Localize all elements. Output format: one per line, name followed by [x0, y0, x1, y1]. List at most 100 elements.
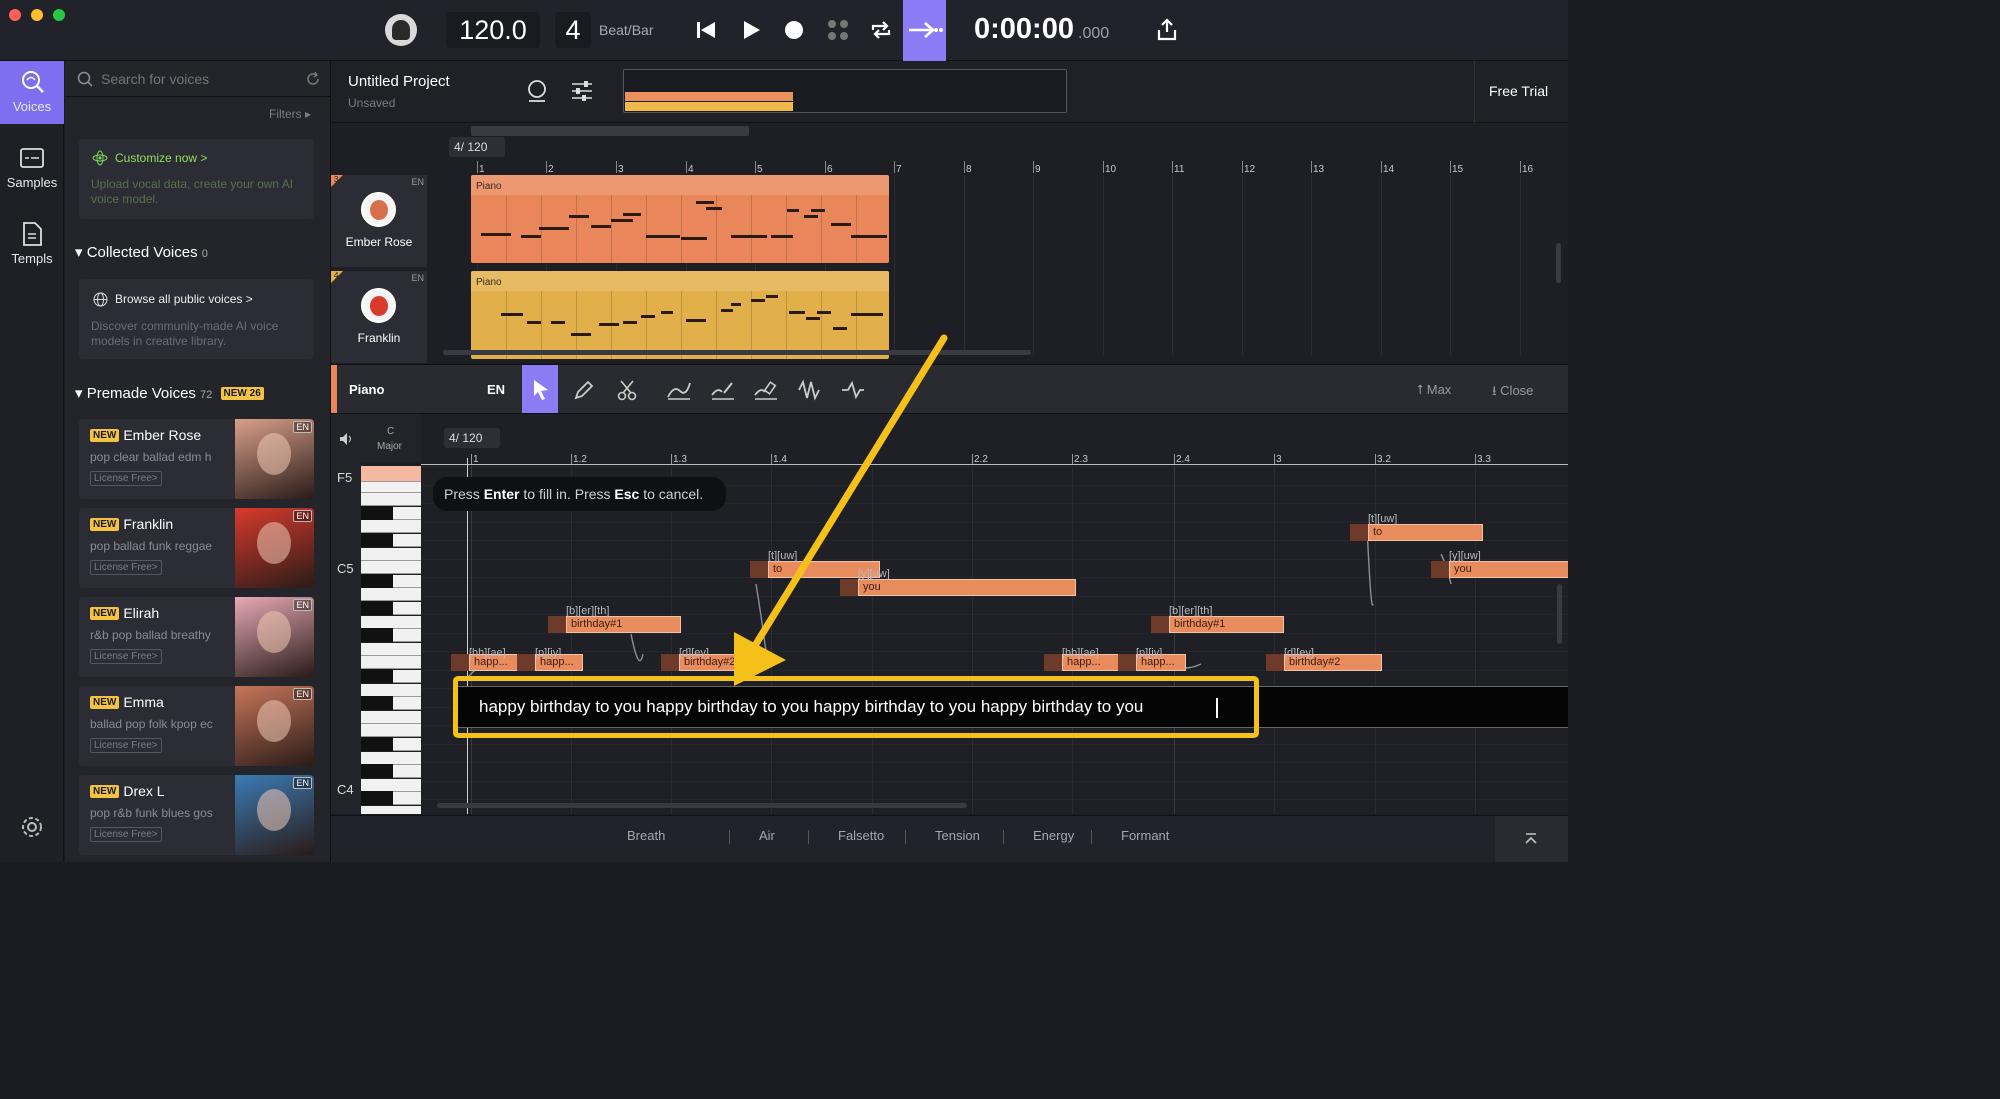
scissors-icon[interactable]	[612, 375, 642, 405]
beats-field[interactable]: 4	[555, 12, 591, 48]
export-icon[interactable]	[1152, 15, 1182, 45]
hint-text-3: to cancel.	[639, 486, 704, 502]
track-header[interactable]: 4 EN Franklin	[331, 271, 427, 363]
hint-esc-key: Esc	[614, 486, 640, 502]
browse-card[interactable]: Browse all public voices > Discover comm…	[79, 279, 314, 359]
free-trial-button[interactable]: Free Trial	[1489, 83, 1548, 99]
note[interactable]: you	[1449, 561, 1568, 578]
templates-icon	[23, 222, 42, 246]
param-tab[interactable]: Breath	[627, 828, 665, 843]
face-shape	[257, 522, 291, 564]
note-phonemes: [hh][ae]	[469, 647, 506, 659]
refresh-icon[interactable]	[305, 71, 321, 87]
max-label: Max	[1426, 382, 1452, 397]
language-select[interactable]: EN	[487, 382, 505, 397]
voice-card[interactable]: NEW Ember Rose pop clear ballad edm h Licen…	[79, 419, 314, 499]
project-header: Untitled Project Unsaved Free Trial	[331, 61, 1568, 123]
pencil-icon[interactable]	[569, 375, 599, 405]
pitch-curve-tool-icon[interactable]	[664, 375, 694, 405]
clip-note	[539, 227, 569, 230]
voice-card[interactable]: NEW Drex L pop r&b funk blues gos License F…	[79, 775, 314, 855]
grid-snap-icon[interactable]	[823, 15, 853, 45]
follow-playhead-button[interactable]	[903, 0, 946, 61]
bar-line	[1520, 175, 1521, 355]
param-tab[interactable]: Falsetto	[838, 828, 884, 843]
pitch-draw-tool-icon[interactable]	[708, 375, 738, 405]
bar-number: 11	[1174, 164, 1185, 175]
roll-scrollbar[interactable]	[437, 803, 967, 808]
vibrato-tool-icon[interactable]	[795, 375, 825, 405]
close-window-button[interactable]	[9, 9, 21, 21]
clip-note	[817, 311, 831, 314]
close-editor-button[interactable]: ⭳ Close	[1492, 382, 1533, 404]
loop-icon[interactable]	[866, 15, 896, 45]
track-clip[interactable]: Piano	[471, 175, 889, 263]
overview-minimap[interactable]	[623, 69, 1067, 113]
voices-icon	[22, 71, 44, 93]
tempo-field[interactable]: 120.0	[446, 12, 540, 48]
voice-tags: pop clear ballad edm h	[90, 450, 212, 464]
license-badge[interactable]: License Free>	[90, 827, 162, 842]
ruler-tick	[1103, 161, 1104, 173]
param-tab[interactable]: Air	[759, 828, 775, 843]
settings-gear-icon[interactable]	[20, 815, 44, 839]
note[interactable]: to	[1368, 524, 1483, 541]
record-icon[interactable]	[779, 15, 809, 45]
arrangement-timesig[interactable]: 4/ 120	[449, 137, 505, 157]
track-clip[interactable]: Piano	[471, 271, 889, 359]
search-input[interactable]	[101, 69, 291, 89]
clip-gridline	[506, 195, 507, 263]
clip-note	[569, 215, 589, 218]
transition-tool-icon[interactable]	[838, 375, 868, 405]
loop-region[interactable]	[471, 126, 749, 136]
license-badge[interactable]: License Free>	[90, 560, 162, 575]
maximize-editor-button[interactable]: ⭡ Max	[1417, 382, 1451, 398]
bar-number: 8	[966, 164, 972, 175]
mixer-sliders-icon[interactable]	[570, 80, 594, 102]
customize-card[interactable]: Customize now > Upload vocal data, creat…	[79, 139, 314, 219]
param-tab[interactable]: Formant	[1121, 828, 1169, 843]
metronome-icon[interactable]	[385, 14, 417, 46]
param-tab[interactable]: Tension	[935, 828, 980, 843]
note[interactable]: birthday#1	[566, 616, 681, 633]
note[interactable]: birthday#1	[1169, 616, 1284, 633]
timesig-value: 4/	[454, 140, 465, 154]
premade-voices-header[interactable]: ▾ Premade Voices 72 NEW 26	[75, 384, 268, 402]
clip-note	[623, 321, 637, 324]
arrangement-scrollbar[interactable]	[443, 350, 1031, 355]
voice-photo: EN	[235, 508, 314, 588]
filters-button[interactable]: Filters ▸	[269, 107, 311, 121]
license-badge[interactable]: License Free>	[90, 738, 162, 753]
bar-number: 7	[896, 164, 902, 175]
nav-samples[interactable]: Samples	[0, 137, 64, 199]
clip-note	[527, 321, 541, 324]
roll-vscroll[interactable]	[1557, 584, 1562, 644]
license-badge[interactable]: License Free>	[90, 471, 162, 486]
voice-card[interactable]: NEW Franklin pop ballad funk reggae License…	[79, 508, 314, 588]
play-icon[interactable]	[736, 15, 766, 45]
track-header[interactable]: 3 EN Ember Rose	[331, 175, 427, 267]
arrangement-vscroll[interactable]	[1556, 243, 1561, 283]
beat-unit-label: Beat/Bar	[599, 22, 654, 38]
voice-card[interactable]: NEW Emma ballad pop folk kpop ec License Fr…	[79, 686, 314, 766]
param-tab[interactable]: Energy	[1033, 828, 1074, 843]
expand-params-button[interactable]	[1495, 816, 1568, 862]
select-tool[interactable]	[522, 365, 558, 413]
left-nav-rail: Voices Samples Templs	[0, 61, 64, 862]
pitch-icon[interactable]	[526, 79, 548, 103]
note[interactable]: you	[858, 579, 1076, 596]
maximize-window-button[interactable]	[53, 9, 65, 21]
nav-templates[interactable]: Templs	[0, 213, 64, 275]
piano-roll: C Major F5 C5 C4 4/ 120 1 1.2 1.3 1.4 2.2 2.3…	[331, 414, 1568, 814]
project-title[interactable]: Untitled Project	[348, 73, 450, 90]
nav-voices[interactable]: Voices	[0, 61, 64, 124]
skip-back-icon[interactable]	[691, 15, 721, 45]
minimize-window-button[interactable]	[31, 9, 43, 21]
voice-name-text: Emma	[123, 694, 164, 710]
license-badge[interactable]: License Free>	[90, 649, 162, 664]
ruler-tick	[477, 161, 478, 173]
collected-voices-header[interactable]: ▾ Collected Voices 0	[75, 243, 208, 261]
voice-card[interactable]: NEW Elirah r&b pop ballad breathy License F…	[79, 597, 314, 677]
pitch-erase-tool-icon[interactable]	[751, 375, 781, 405]
param-divider	[1091, 830, 1092, 844]
